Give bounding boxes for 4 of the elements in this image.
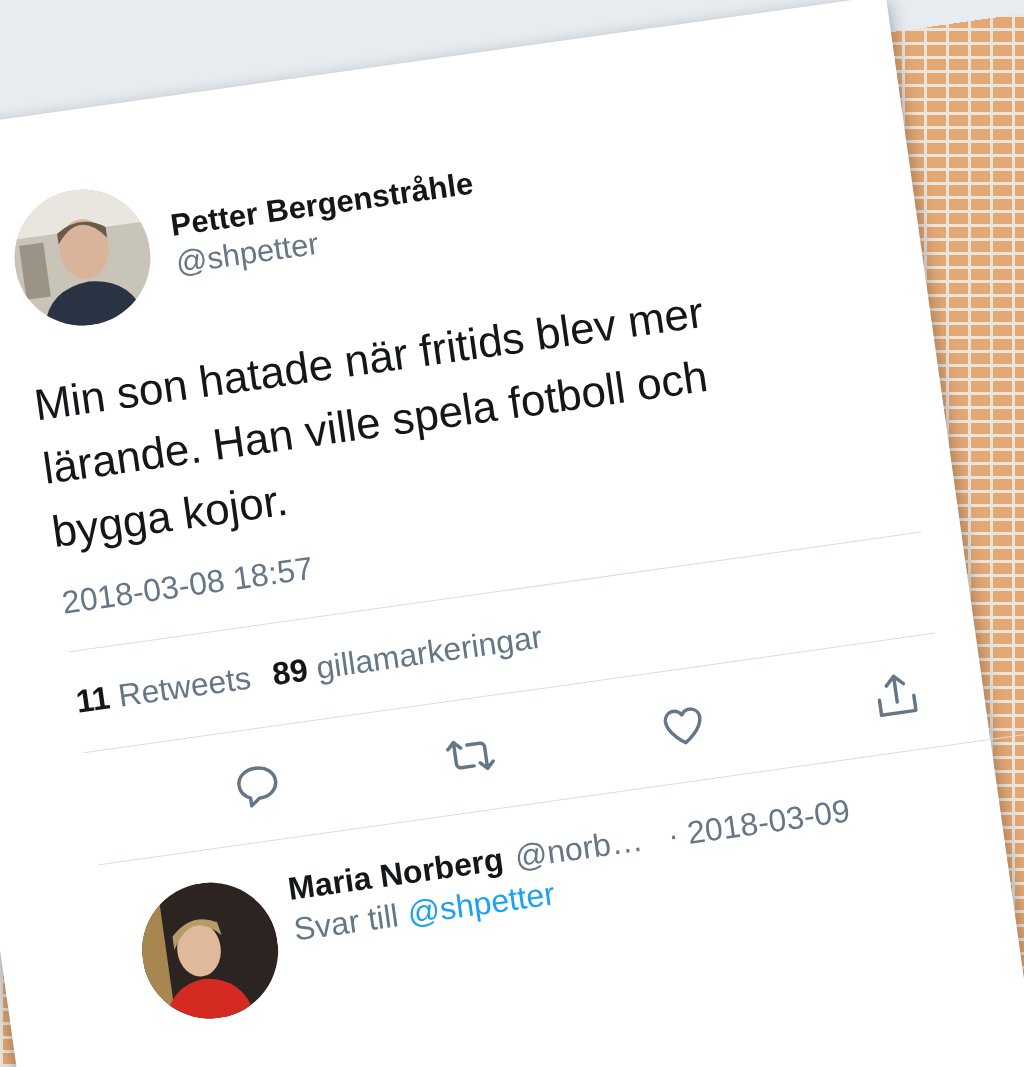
stat-count[interactable]: 11 Retweets — [73, 659, 254, 721]
tweet-text: Min son hatade när fritids blev mer lärande. Han ville spela fotboll och bygga kojor. — [30, 286, 712, 557]
reply-author-handle[interactable]: @norb… — [512, 821, 646, 877]
reply-date: · 2018-03-09 — [665, 792, 853, 855]
